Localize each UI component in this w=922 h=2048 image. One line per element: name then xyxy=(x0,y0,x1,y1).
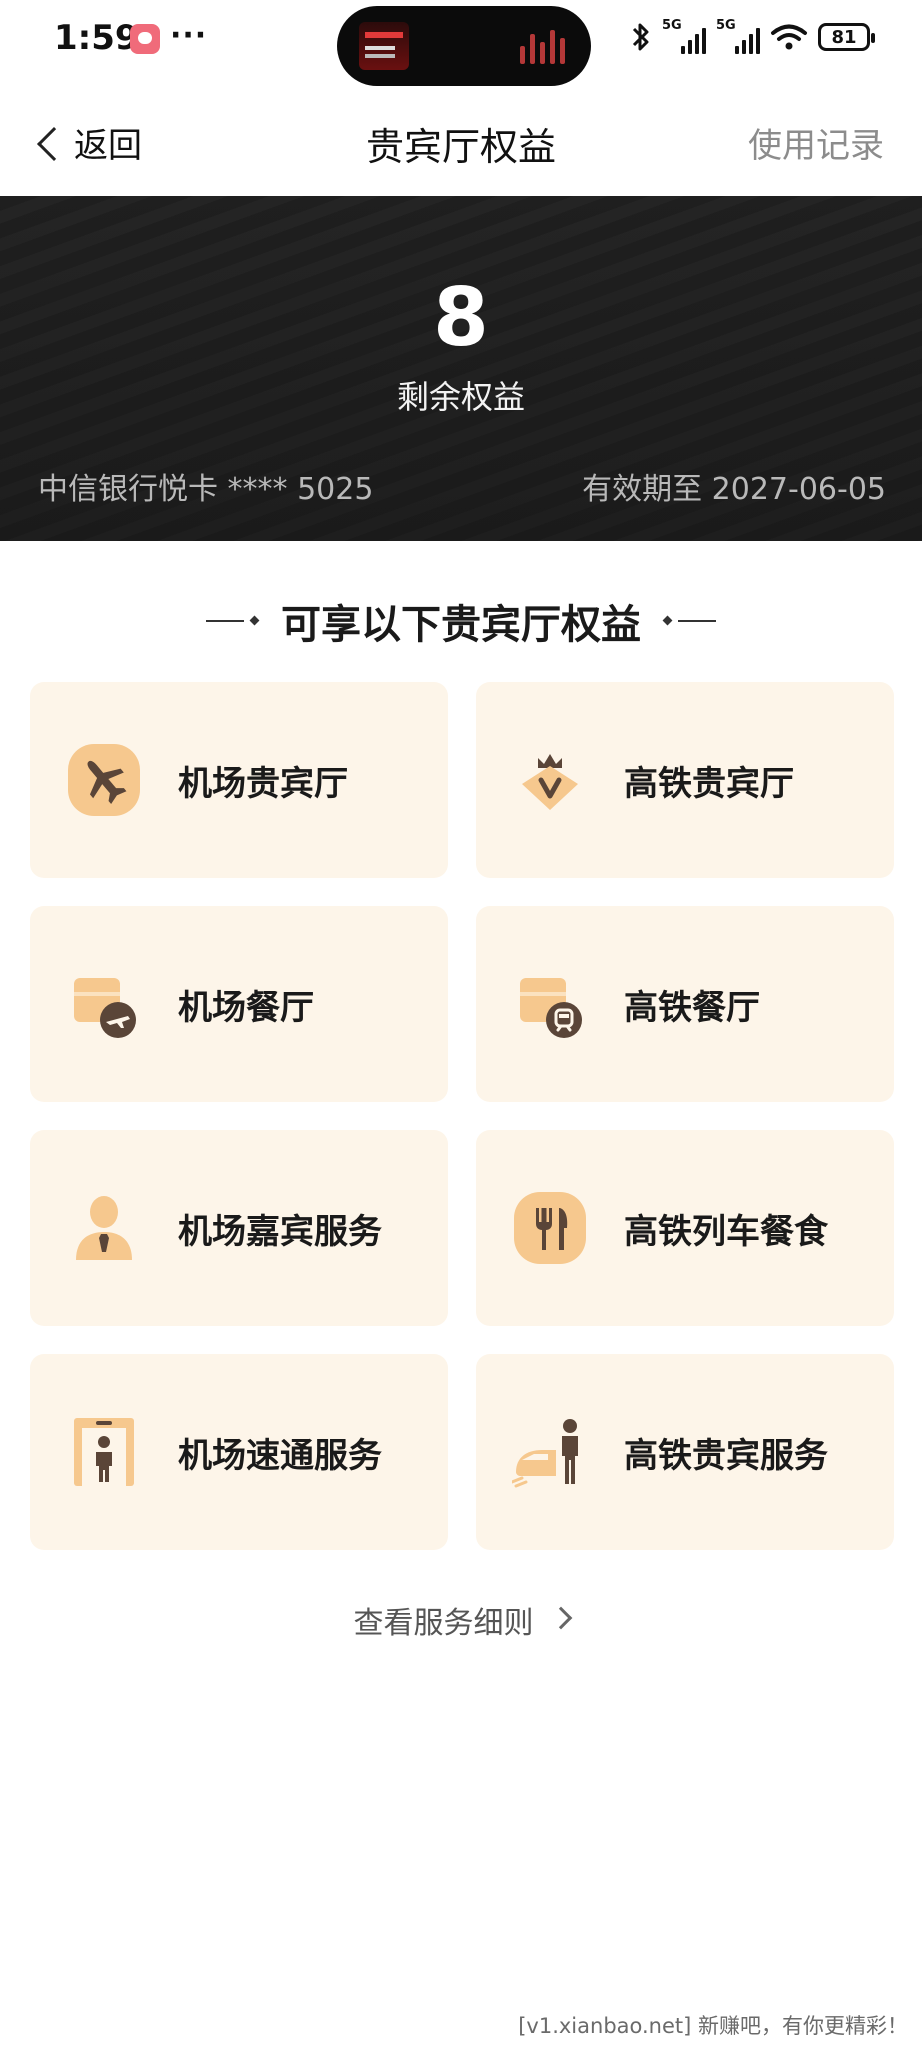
network-type-label-2: 5G xyxy=(716,18,736,33)
divider-ornament-right-icon xyxy=(660,616,717,626)
benefit-label: 高铁餐厅 xyxy=(624,987,760,1028)
watermark: [v1.xianbao.net] 新赚吧，有你更精彩！ xyxy=(518,2014,908,2038)
restaurant-plane-icon xyxy=(66,966,142,1042)
fast-track-gate-icon xyxy=(66,1414,142,1490)
nav-bar: 返回 贵宾厅权益 使用记录 xyxy=(0,96,922,188)
v-crown-icon xyxy=(512,742,588,818)
benefit-rail-vip-service[interactable]: 高铁贵宾服务 xyxy=(476,1354,894,1550)
benefit-train-meal[interactable]: 高铁列车餐食 xyxy=(476,1130,894,1326)
expiry-date: 有效期至 2027-06-05 xyxy=(582,472,886,507)
status-indicators: 5G 5G 81 xyxy=(630,18,875,54)
section-header: 可享以下贵宾厅权益 xyxy=(0,592,922,648)
fork-knife-icon xyxy=(512,1190,588,1266)
benefits-summary-card: 8 剩余权益 中信银行悦卡 **** 5025 有效期至 2027-06-05 xyxy=(0,196,922,541)
network-type-label: 5G xyxy=(662,18,682,33)
benefit-airport-restaurant[interactable]: 机场餐厅 xyxy=(30,906,448,1102)
benefit-label: 机场贵宾厅 xyxy=(178,763,348,804)
usage-history-link[interactable]: 使用记录 xyxy=(748,118,884,167)
benefit-label: 机场速通服务 xyxy=(178,1435,382,1476)
concierge-person-icon xyxy=(66,1190,142,1266)
remaining-count: 8 xyxy=(433,271,489,364)
airplane-icon xyxy=(66,742,142,818)
audio-waveform-icon xyxy=(520,30,565,64)
battery-icon: 81 xyxy=(818,23,875,51)
benefit-label: 机场餐厅 xyxy=(178,987,314,1028)
card-info: 中信银行悦卡 **** 5025 xyxy=(38,472,374,507)
bluetooth-icon xyxy=(632,23,649,51)
benefit-label: 高铁贵宾厅 xyxy=(624,763,794,804)
section-title: 可享以下贵宾厅权益 xyxy=(281,602,641,648)
benefit-label: 高铁列车餐食 xyxy=(624,1211,828,1252)
benefit-label: 机场嘉宾服务 xyxy=(178,1211,382,1252)
restaurant-train-icon xyxy=(512,966,588,1042)
benefits-grid: 机场贵宾厅 高铁贵宾厅 机场餐厅 高铁餐厅 机场嘉宾服务 高铁列车餐食 机场速通… xyxy=(30,682,894,1550)
chevron-right-icon xyxy=(549,1606,572,1630)
remaining-label: 剩余权益 xyxy=(396,378,525,416)
benefit-rail-lounge[interactable]: 高铁贵宾厅 xyxy=(476,682,894,878)
benefit-airport-vip-service[interactable]: 机场嘉宾服务 xyxy=(30,1130,448,1326)
benefit-airport-fast-track[interactable]: 机场速通服务 xyxy=(30,1354,448,1550)
more-notifications-icon: ··· xyxy=(170,18,208,53)
status-time: 1:59 xyxy=(54,18,139,58)
media-thumbnail-icon xyxy=(359,22,409,70)
signal-icon-2: 5G xyxy=(716,18,760,54)
wifi-icon xyxy=(771,24,807,50)
service-rules-link[interactable]: 查看服务细则 xyxy=(0,1598,922,1642)
divider-ornament-left-icon xyxy=(205,616,262,626)
signal-icon: 5G xyxy=(662,18,706,54)
status-bar: 1:59 ··· 5G 5G 81 xyxy=(0,0,922,86)
benefit-airport-lounge[interactable]: 机场贵宾厅 xyxy=(30,682,448,878)
dynamic-island[interactable] xyxy=(337,6,591,86)
train-person-icon xyxy=(512,1414,588,1490)
benefit-rail-restaurant[interactable]: 高铁餐厅 xyxy=(476,906,894,1102)
benefit-label: 高铁贵宾服务 xyxy=(624,1435,828,1476)
app-notification-icon xyxy=(130,24,160,54)
service-rules-label: 查看服务细则 xyxy=(353,1606,534,1641)
